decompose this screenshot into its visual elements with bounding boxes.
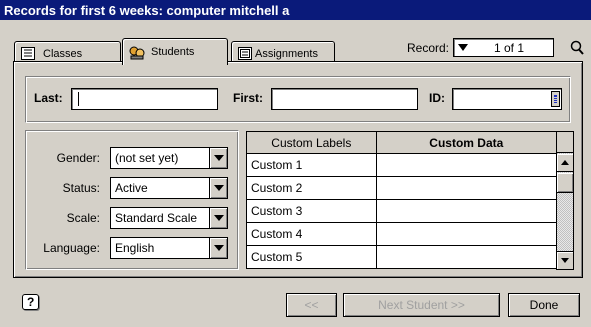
chevron-down-icon [209, 178, 227, 198]
custom-label-cell: Custom 5 [246, 245, 377, 269]
custom-data-cell[interactable] [375, 222, 558, 246]
students-panel: Last: First: ID: Gender: (not set yet) S… [13, 61, 583, 278]
table-row[interactable]: Custom 2 [246, 176, 558, 200]
scroll-down-button[interactable] [557, 251, 573, 269]
scale-label: Scale: [66, 211, 100, 225]
help-button[interactable]: ? [22, 294, 39, 310]
gender-select[interactable]: (not set yet) [110, 147, 228, 169]
record-dropdown-arrow-icon [458, 44, 468, 51]
scroll-up-button[interactable] [557, 154, 573, 172]
status-label: Status: [62, 181, 100, 195]
scroll-thumb[interactable] [557, 173, 573, 193]
students-icon [129, 46, 145, 59]
table-row[interactable]: Custom 4 [246, 222, 558, 246]
arrow-down-icon [561, 258, 569, 263]
tab-label: Classes [43, 47, 83, 60]
custom-label-cell: Custom 4 [246, 222, 377, 246]
chevron-down-icon [209, 238, 227, 258]
custom-labels-header[interactable]: Custom Labels [246, 131, 377, 154]
last-label: Last: [34, 91, 63, 105]
tab-students[interactable]: Students [122, 38, 228, 65]
custom-label-cell: Custom 2 [246, 176, 377, 200]
tab-label: Assignments [255, 47, 318, 60]
custom-label-cell: Custom 1 [246, 153, 377, 177]
id-scroll-icon[interactable] [551, 91, 560, 107]
custom-data-header[interactable]: Custom Data [375, 131, 558, 154]
record-value: 1 of 1 [494, 41, 525, 55]
first-label: First: [233, 91, 263, 105]
arrow-up-icon [561, 160, 569, 165]
table-row[interactable]: Custom 3 [246, 199, 558, 223]
record-selector[interactable]: 1 of 1 [453, 38, 554, 57]
custom-data-cell[interactable] [375, 199, 558, 223]
assignments-icon [238, 47, 252, 60]
custom-data-cell[interactable] [375, 176, 558, 200]
scrollbar-header-cap [557, 132, 573, 153]
custom-fields-table: Custom Labels Custom Data Custom 1 Custo… [246, 131, 574, 270]
tab-label: Students [151, 46, 195, 58]
gender-label: Gender: [56, 151, 100, 165]
id-label: ID: [429, 91, 445, 105]
record-label: Record: [407, 41, 450, 55]
table-scrollbar[interactable] [556, 131, 574, 270]
previous-student-button[interactable]: << [286, 293, 337, 317]
classes-icon [21, 47, 35, 60]
first-name-input[interactable] [271, 88, 418, 110]
done-button[interactable]: Done [508, 293, 580, 317]
help-icon: ? [27, 295, 35, 309]
search-icon[interactable] [570, 40, 584, 59]
chevron-down-icon [209, 148, 227, 168]
language-label: Language: [43, 241, 100, 255]
attributes-group: Gender: (not set yet) Status: Active Sca… [25, 130, 239, 270]
table-row[interactable]: Custom 5 [246, 245, 558, 269]
name-fields-group: Last: First: ID: [25, 76, 571, 123]
chevron-down-icon [209, 208, 227, 228]
next-student-button[interactable]: Next Student >> [343, 293, 500, 317]
custom-data-cell[interactable] [375, 153, 558, 177]
status-select[interactable]: Active [110, 177, 228, 199]
scale-select[interactable]: Standard Scale [110, 207, 228, 229]
language-select[interactable]: English [110, 237, 228, 259]
table-row[interactable]: Custom 1 [246, 153, 558, 177]
custom-label-cell: Custom 3 [246, 199, 377, 223]
id-input[interactable] [452, 88, 562, 110]
last-name-input[interactable] [71, 88, 218, 110]
custom-data-cell[interactable] [375, 245, 558, 269]
text-caret [78, 92, 79, 106]
window-title: Records for first 6 weeks: computer mitc… [0, 0, 591, 20]
